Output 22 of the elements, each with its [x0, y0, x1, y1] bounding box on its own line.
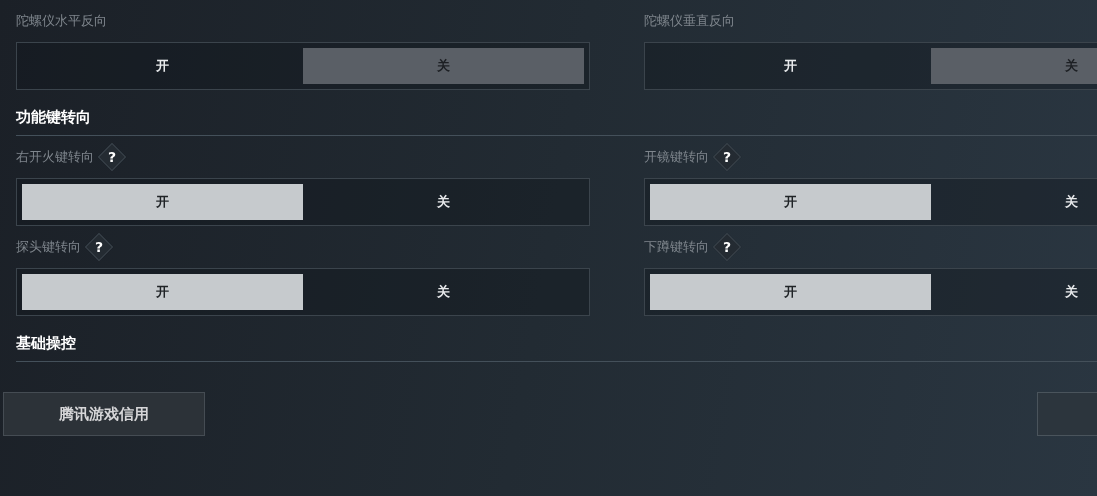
section-heading: 基础操控: [16, 316, 1097, 362]
credit-button[interactable]: 腾讯游戏信用: [3, 392, 205, 436]
toggle-option[interactable]: 开: [22, 48, 303, 84]
help-button[interactable]: ?: [97, 142, 127, 172]
toggle-option[interactable]: 开: [650, 48, 931, 84]
setting-label: 右开火键转向: [16, 148, 94, 166]
setting-label: 探头键转向: [16, 238, 81, 256]
toggle-option[interactable]: 关: [931, 274, 1097, 310]
toggle-option[interactable]: 开: [650, 184, 931, 220]
section-heading: 功能键转向: [16, 90, 1097, 136]
setting-label: 陀螺仪垂直反向: [644, 12, 735, 30]
setting-label: 陀螺仪水平反向: [16, 12, 107, 30]
partial-button[interactable]: [1037, 392, 1097, 436]
toggle-option[interactable]: 开: [650, 274, 931, 310]
toggle-option[interactable]: 关: [931, 184, 1097, 220]
help-button[interactable]: ?: [712, 232, 742, 262]
toggle-option[interactable]: 关: [303, 184, 584, 220]
setting-label: 下蹲键转向: [644, 238, 709, 256]
toggle-option[interactable]: 关: [303, 274, 584, 310]
toggle-option[interactable]: 开: [22, 184, 303, 220]
toggle-option[interactable]: 开: [22, 274, 303, 310]
setting-label: 开镜键转向: [644, 148, 709, 166]
